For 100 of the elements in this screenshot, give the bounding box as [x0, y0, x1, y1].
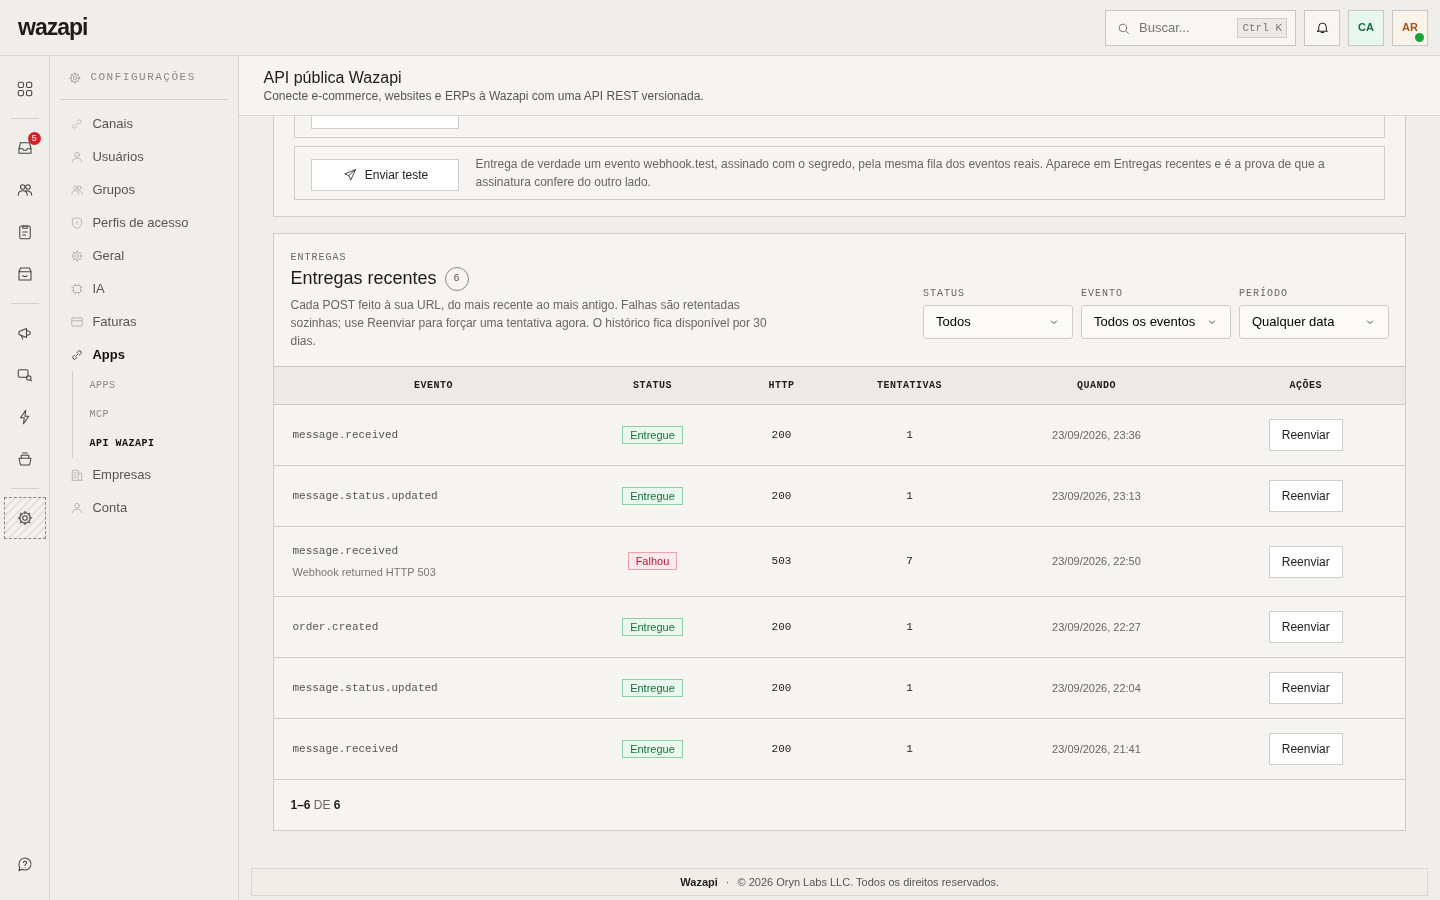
card-icon: [70, 314, 85, 329]
sidebar-item[interactable]: Canais: [60, 107, 229, 140]
sidebar-item[interactable]: Conta: [60, 491, 229, 524]
sidebar-item[interactable]: Apps: [60, 338, 229, 371]
column-header: HTTP: [767, 379, 796, 393]
sidebar-item[interactable]: Usuários: [60, 140, 229, 173]
table-cell-text: message.received: [292, 427, 400, 443]
copyright-text: © 2026 Oryn Labs LLC. Todos os direitos reservados.: [737, 874, 1000, 890]
section-title: Entregas recentes: [290, 267, 437, 290]
sidebar-item[interactable]: Geral: [60, 239, 229, 272]
filter-dropdown[interactable]: Qualquer data: [1239, 304, 1389, 339]
table-cell: 1: [906, 428, 913, 441]
column-header: TENTATIVAS: [875, 379, 943, 393]
resend-button[interactable]: Reenviar: [1268, 733, 1343, 765]
table-cell: 1: [906, 489, 913, 502]
notification-badge: 5: [27, 132, 41, 145]
table-cell: 200: [771, 428, 792, 441]
error-message: Webhook returned HTTP 503: [292, 564, 437, 580]
building-icon: [70, 467, 85, 482]
section-heading: CONFIGURAÇÕES: [90, 70, 196, 86]
table-cell: 23/09/2026, 23:36: [1052, 428, 1141, 441]
table-cell: 1: [906, 681, 913, 694]
column-header: QUANDO: [1075, 379, 1117, 393]
status-tag: Entregue: [622, 425, 683, 444]
table-cell: 7: [906, 555, 913, 568]
resend-button[interactable]: Reenviar: [1268, 672, 1343, 704]
chat-search-icon: [15, 366, 34, 384]
resend-button[interactable]: Reenviar: [1268, 545, 1343, 578]
resend-button[interactable]: Reenviar: [1268, 480, 1343, 512]
link-icon: [70, 116, 85, 131]
column-header: AÇÕES: [1288, 378, 1323, 393]
table-cell-text: message.status.updated: [292, 680, 439, 696]
inbox-icon: [15, 139, 34, 157]
table-cell: 1: [906, 620, 913, 633]
table-cell: 200: [771, 742, 792, 755]
sidebar-item[interactable]: Grupos: [60, 173, 229, 206]
column-header: STATUS: [631, 379, 673, 393]
settings-icon: [70, 248, 85, 263]
description-text: Cada POST feito à sua URL, do mais recente ao mais antigo. Falhas são retentadas sozinhas; use Reenviar para forçar uma tentativa agora. O histórico fica disponível por 30 dias.: [290, 297, 768, 350]
filter-dropdown[interactable]: Todos os eventos: [1081, 304, 1231, 339]
table-cell: 1: [906, 742, 913, 755]
table-cell: 200: [771, 620, 792, 633]
separator-dot: ·: [725, 874, 730, 890]
users-icon: [70, 182, 85, 197]
send-test-button[interactable]: Enviar teste: [311, 159, 460, 191]
filter-label: STATUS: [923, 286, 966, 301]
table-cell: 23/09/2026, 22:27: [1052, 620, 1141, 633]
section-eyebrow: ENTREGAS: [290, 251, 348, 265]
table-cell: 23/09/2026, 23:13: [1052, 489, 1141, 502]
notifications-button[interactable]: [1304, 9, 1340, 46]
table-cell: 200: [771, 681, 792, 694]
resend-button[interactable]: Reenviar: [1268, 611, 1343, 643]
user-icon: [70, 149, 85, 164]
bell-icon: [1314, 20, 1330, 35]
help-icon: [15, 855, 34, 873]
filter-dropdown[interactable]: Todos: [923, 304, 1073, 339]
footer-brand: Wazapi: [680, 874, 718, 890]
filter-label: PERÍODO: [1239, 285, 1289, 301]
avatar-button[interactable]: CA: [1348, 9, 1384, 46]
status-tag: Entregue: [622, 739, 683, 758]
chip-icon: [70, 281, 85, 296]
table-cell-text: order.created: [292, 619, 380, 635]
users-icon: [15, 181, 34, 199]
sidebar-item[interactable]: Faturas: [60, 305, 229, 338]
keyboard-shortcut: Ctrl K: [1237, 17, 1287, 38]
pagination-text: 1–6 DE 6: [289, 797, 342, 814]
table-cell: 200: [771, 489, 792, 502]
logo[interactable]: wazapi: [18, 10, 88, 45]
grid-icon: [15, 80, 34, 98]
sidebar-item[interactable]: Empresas: [60, 458, 229, 491]
status-tag: Entregue: [622, 617, 683, 636]
sidebar-item[interactable]: Perfis de acesso: [60, 206, 229, 239]
nav-rail-button[interactable]: 5: [4, 128, 45, 168]
link-icon: [70, 347, 85, 362]
page-subtitle: Conecte e-commerce, websites e ERPs à Wazapi com uma API REST versionada.: [263, 88, 705, 106]
settings-icon: [68, 70, 83, 85]
settings-icon: [15, 509, 34, 527]
avatar-button[interactable]: AR: [1392, 9, 1428, 46]
filter-label: EVENTO: [1081, 286, 1124, 301]
column-header: EVENTO: [412, 379, 454, 393]
table-cell-text: message.received: [292, 544, 400, 559]
sidebar-item[interactable]: IA: [60, 272, 229, 305]
shield-icon: [70, 215, 85, 230]
bowl-icon: [15, 450, 34, 468]
page-title: API pública Wazapi: [263, 68, 403, 88]
table-cell: 23/09/2026, 22:50: [1052, 555, 1141, 568]
table-cell-text: message.status.updated: [292, 488, 439, 504]
user-icon: [70, 500, 85, 515]
nav-rail-button[interactable]: [4, 498, 45, 538]
table-cell: 23/09/2026, 21:41: [1052, 742, 1141, 755]
resend-button[interactable]: Reenviar: [1268, 419, 1343, 451]
table-cell-text: message.received: [292, 741, 400, 757]
send-icon: [342, 168, 357, 182]
status-tag: Entregue: [622, 486, 683, 505]
description-text: Entrega de verdade um evento webhook.test, assinado com o segredo, pela mesma fila dos eventos reais. Aparece em Entregas recentes e é a prova de que a assinatura confere do outro lado.: [475, 156, 1326, 191]
status-tag: Entregue: [622, 678, 683, 697]
status-tag: Falhou: [627, 552, 678, 571]
store-icon: [15, 265, 34, 283]
sidebar-subitem[interactable]: API WAZAPI: [89, 429, 229, 458]
table-cell: 503: [771, 555, 792, 568]
